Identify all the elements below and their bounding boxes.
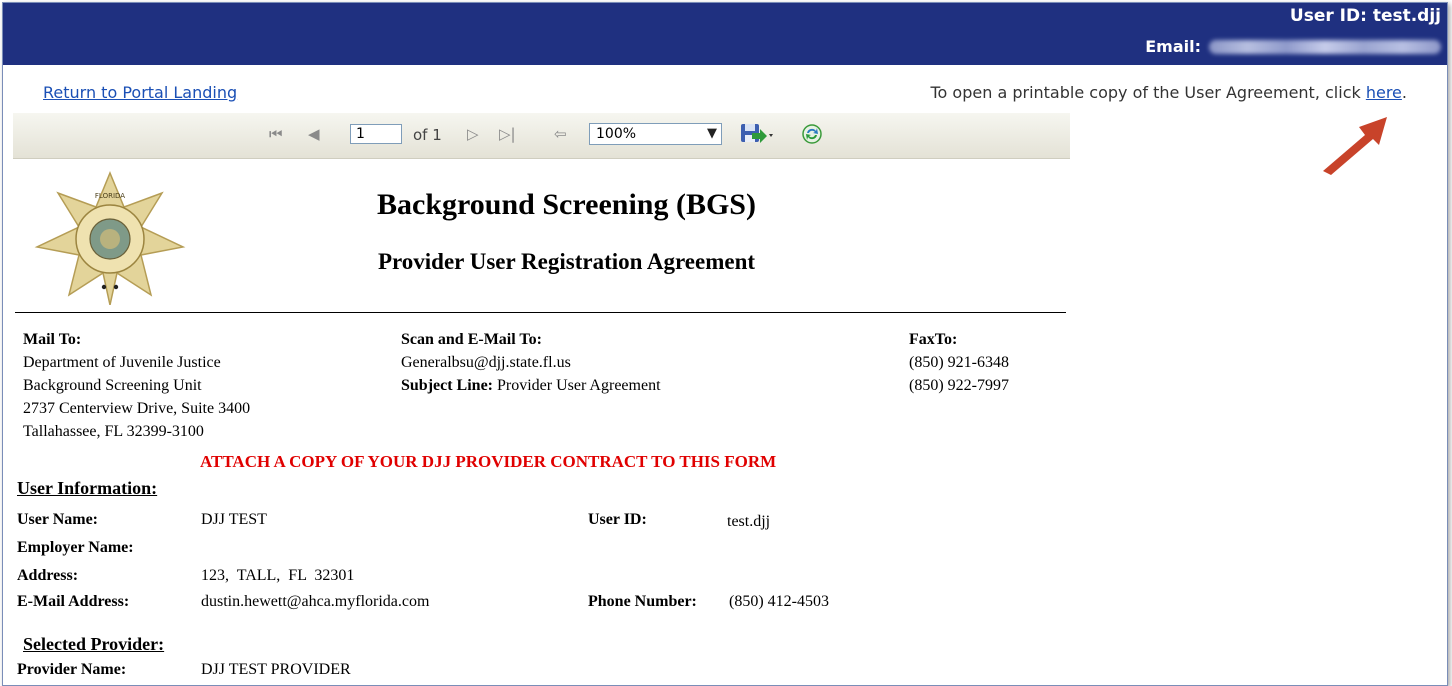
mail-to-heading: Mail To: bbox=[23, 331, 82, 348]
report-subtitle: Provider User Registration Agreement bbox=[377, 249, 756, 274]
user-id-value: test.djj bbox=[727, 513, 771, 530]
phone-number-value: (850) 412-4503 bbox=[729, 593, 829, 610]
title-divider bbox=[15, 312, 1066, 313]
employer-name-label: Employer Name: bbox=[17, 539, 134, 556]
header-email-label: Email: bbox=[1145, 37, 1201, 56]
selected-provider-heading: Selected Provider: bbox=[23, 634, 165, 654]
provider-name-value: DJJ TEST PROVIDER bbox=[201, 661, 351, 678]
zoom-select[interactable]: 100% ▼ bbox=[589, 123, 722, 145]
subject-line-value: Provider User Agreement bbox=[497, 377, 661, 394]
phone-number-label: Phone Number: bbox=[588, 593, 697, 610]
redacted-email bbox=[1209, 39, 1441, 54]
mail-to-line: Background Screening Unit bbox=[23, 377, 202, 394]
provider-name-label: Provider Name: bbox=[17, 661, 127, 678]
header-email: Email: bbox=[1145, 37, 1441, 56]
page-number-input[interactable]: 1 bbox=[350, 124, 402, 144]
browser-window: User ID: test.djj Email: Return to Porta… bbox=[2, 2, 1448, 686]
user-name-label: User Name: bbox=[17, 511, 99, 528]
subject-line-label: Subject Line: bbox=[401, 377, 493, 394]
mail-to-line: Department of Juvenile Justice bbox=[23, 354, 221, 371]
header-bar: User ID: test.djj Email: bbox=[3, 3, 1447, 65]
back-to-parent-icon[interactable]: ⇦ bbox=[554, 125, 567, 143]
printable-copy-text: To open a printable copy of the User Agr… bbox=[930, 83, 1366, 102]
address-label: Address: bbox=[17, 567, 79, 584]
user-name-value: DJJ TEST bbox=[201, 511, 267, 528]
export-icon[interactable] bbox=[740, 122, 774, 146]
red-arrow-annotation bbox=[1323, 117, 1387, 175]
fax-to-block: FaxTo: (850) 921-6348 (850) 922-7997 bbox=[909, 328, 1009, 397]
email-address-value: dustin.hewett@ahca.myflorida.com bbox=[201, 593, 430, 610]
previous-page-icon[interactable]: ◀ bbox=[308, 125, 320, 143]
printable-copy-note: To open a printable copy of the User Agr… bbox=[931, 83, 1408, 102]
email-address-label: E-Mail Address: bbox=[17, 593, 130, 610]
user-id-label: User ID: bbox=[588, 511, 647, 528]
address-value: 123, TALL, FL 32301 bbox=[201, 567, 355, 584]
page-count-label: of 1 bbox=[413, 126, 442, 144]
report-viewer-toolbar: ⏮ ◀ 1 of 1 ▷ ▷| ⇦ 100% ▼ bbox=[13, 113, 1070, 159]
attach-contract-notice: ATTACH A COPY OF YOUR DJJ PROVIDER CONTR… bbox=[200, 452, 777, 471]
zoom-value: 100% bbox=[596, 126, 637, 142]
scan-email-address: Generalbsu@djj.state.fl.us bbox=[401, 354, 571, 371]
mail-to-line: Tallahassee, FL 32399-3100 bbox=[23, 423, 204, 440]
return-to-portal-link[interactable]: Return to Portal Landing bbox=[43, 83, 237, 102]
first-page-icon[interactable]: ⏮ bbox=[269, 125, 283, 143]
refresh-icon[interactable] bbox=[801, 123, 823, 145]
report-title: Background Screening (BGS) bbox=[377, 188, 756, 221]
mail-to-block: Mail To: Department of Juvenile Justice … bbox=[23, 328, 250, 443]
printable-copy-period: . bbox=[1401, 83, 1407, 102]
last-page-icon[interactable]: ▷| bbox=[499, 125, 516, 143]
fax-number: (850) 921-6348 bbox=[909, 354, 1009, 371]
chevron-down-icon: ▼ bbox=[707, 126, 717, 141]
mail-to-line: 2737 Centerview Drive, Suite 3400 bbox=[23, 400, 251, 417]
scan-email-heading: Scan and E-Mail To: bbox=[401, 331, 542, 348]
header-user-id: User ID: test.djj bbox=[1289, 6, 1441, 26]
scan-email-block: Scan and E-Mail To: Generalbsu@djj.state… bbox=[401, 328, 661, 397]
printable-copy-link[interactable]: here bbox=[1366, 83, 1402, 102]
user-information-heading: User Information: bbox=[17, 478, 158, 498]
fax-to-heading: FaxTo: bbox=[909, 331, 958, 348]
fax-number: (850) 922-7997 bbox=[909, 377, 1009, 394]
next-page-icon[interactable]: ▷ bbox=[467, 125, 479, 143]
